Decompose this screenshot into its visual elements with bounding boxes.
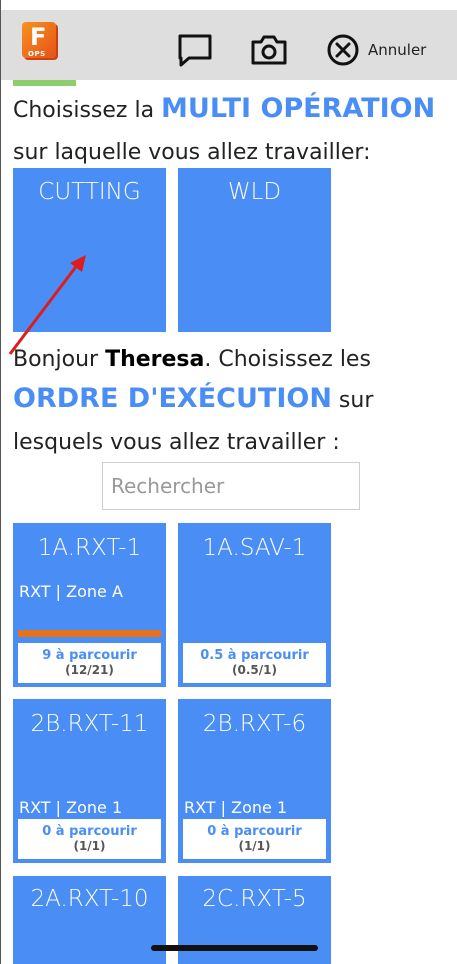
chat-icon: [178, 34, 212, 67]
order-code: 2C.RXT-5: [202, 886, 307, 912]
order-status-text: 0 à parcourir: [42, 824, 137, 839]
order-status-text: 9 à parcourir: [42, 648, 137, 663]
cancel-label[interactable]: Annuler: [368, 41, 426, 59]
order-status: 0 à parcourir (1/1): [18, 819, 161, 859]
green-indicator: [13, 80, 76, 86]
multi-op-prefix: Choisissez la: [13, 98, 162, 123]
cancel-button[interactable]: [324, 31, 364, 71]
order-after-highlight: sur: [331, 388, 374, 413]
order-progress-bar: [18, 630, 161, 637]
order-tile[interactable]: 2B.RXT-6 RXT | Zone 1 0 à parcourir (1/1…: [178, 699, 331, 863]
order-code: 2B.RXT-11: [30, 711, 149, 737]
order-status-count: (1/1): [73, 839, 106, 853]
greeting-hello: Bonjour: [13, 347, 106, 372]
order-tile[interactable]: 1A.SAV-1 0.5 à parcourir (0.5/1): [178, 523, 331, 687]
order-subtitle: RXT | Zone 1: [184, 798, 288, 817]
order-tile[interactable]: 1A.RXT-1 RXT | Zone A 9 à parcourir (12/…: [13, 523, 166, 687]
chat-button[interactable]: [175, 30, 215, 70]
order-code: 2A.RXT-10: [30, 886, 149, 912]
order-status: 9 à parcourir (12/21): [18, 643, 161, 683]
order-code: 1A.SAV-1: [202, 535, 307, 561]
order-code: 1A.RXT-1: [37, 535, 142, 561]
home-indicator[interactable]: [151, 945, 318, 951]
order-heading: ORDRE D'EXÉCUTION sur: [13, 383, 373, 414]
tile-wld[interactable]: WLD: [178, 168, 331, 332]
camera-button[interactable]: [249, 30, 289, 70]
logo-sub: OPS: [28, 50, 46, 58]
logo-letter: F: [30, 23, 47, 51]
close-circle-icon: [327, 34, 359, 66]
user-name: Theresa: [105, 347, 205, 372]
order-highlight: ORDRE D'EXÉCUTION: [13, 383, 332, 414]
greeting-line: Bonjour Theresa. Choisissez les: [13, 347, 371, 372]
search-input[interactable]: [103, 463, 359, 509]
order-status: 0 à parcourir (1/1): [183, 819, 326, 859]
multi-op-heading: Choisissez la MULTI OPÉRATION: [13, 93, 435, 124]
multi-op-highlight: MULTI OPÉRATION: [161, 93, 436, 124]
tile-title: WLD: [227, 179, 282, 205]
frame-edge: [0, 0, 1, 964]
order-status-count: (0.5/1): [232, 663, 277, 677]
camera-icon: [251, 35, 287, 65]
search-box[interactable]: [102, 462, 360, 510]
order-code: 2B.RXT-6: [202, 711, 307, 737]
order-subtitle: RXT | Zone 1: [19, 798, 123, 817]
tile-title: CUTTING: [38, 179, 141, 205]
order-subtitle: RXT | Zone A: [19, 582, 123, 601]
order-tile[interactable]: 2A.RXT-10: [13, 876, 166, 964]
order-status-count: (1/1): [238, 839, 271, 853]
order-tile[interactable]: 2B.RXT-11 RXT | Zone 1 0 à parcourir (1/…: [13, 699, 166, 863]
order-status-text: 0 à parcourir: [207, 824, 302, 839]
app-logo: F OPS: [22, 22, 58, 72]
order-subline: lesquels vous allez travailler :: [13, 430, 340, 455]
multi-op-suffix: sur laquelle vous allez travailler:: [13, 140, 371, 165]
greeting-after-name: . Choisissez les: [204, 347, 371, 372]
order-status-count: (12/21): [65, 663, 114, 677]
order-status-text: 0.5 à parcourir: [200, 648, 309, 663]
order-status: 0.5 à parcourir (0.5/1): [183, 643, 326, 683]
